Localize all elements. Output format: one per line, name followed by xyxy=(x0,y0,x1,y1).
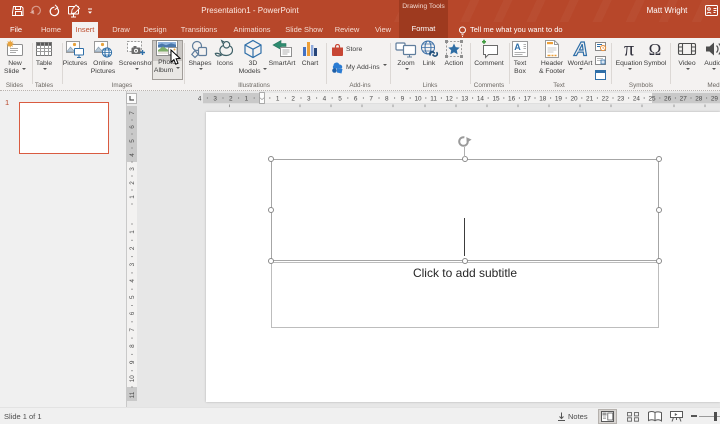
svg-text:4: 4 xyxy=(129,279,136,283)
svg-text:8: 8 xyxy=(129,344,136,348)
svg-text:6: 6 xyxy=(129,311,136,315)
svg-text:22: 22 xyxy=(602,95,610,102)
svg-text:10: 10 xyxy=(129,375,136,383)
svg-text:4: 4 xyxy=(129,153,136,157)
svg-text:17: 17 xyxy=(524,95,532,102)
svg-text:9: 9 xyxy=(129,360,136,364)
svg-text:4: 4 xyxy=(323,95,327,102)
svg-text:23: 23 xyxy=(617,95,625,102)
svg-text:3: 3 xyxy=(129,262,136,266)
svg-text:7: 7 xyxy=(129,328,136,332)
svg-text:A: A xyxy=(514,42,521,52)
svg-text:7: 7 xyxy=(129,111,136,115)
svg-text:Ω: Ω xyxy=(649,40,662,59)
svg-text:18: 18 xyxy=(539,95,547,102)
svg-text:6: 6 xyxy=(129,125,136,129)
svg-text:A: A xyxy=(573,40,588,60)
svg-text:1: 1 xyxy=(129,230,136,234)
svg-text:28: 28 xyxy=(695,95,703,102)
svg-text:24: 24 xyxy=(633,95,641,102)
svg-text:7: 7 xyxy=(369,95,373,102)
svg-text:8: 8 xyxy=(385,95,389,102)
svg-text:5: 5 xyxy=(338,95,342,102)
svg-text:12: 12 xyxy=(446,95,454,102)
svg-text:5: 5 xyxy=(129,295,136,299)
svg-text:5: 5 xyxy=(129,139,136,143)
svg-text:2: 2 xyxy=(129,246,136,250)
svg-text:25: 25 xyxy=(648,95,656,102)
svg-text:19: 19 xyxy=(555,95,563,102)
svg-text:π: π xyxy=(624,39,634,59)
svg-text:3: 3 xyxy=(213,95,217,102)
svg-text:9: 9 xyxy=(401,95,405,102)
svg-text:4: 4 xyxy=(198,95,202,102)
svg-text:29: 29 xyxy=(711,95,719,102)
svg-text:10: 10 xyxy=(414,95,422,102)
svg-text:15: 15 xyxy=(492,95,500,102)
svg-text:2: 2 xyxy=(229,95,233,102)
svg-text:20: 20 xyxy=(570,95,578,102)
svg-text:1: 1 xyxy=(276,95,280,102)
svg-text:11: 11 xyxy=(129,391,136,398)
svg-text:1: 1 xyxy=(245,95,249,102)
svg-text:27: 27 xyxy=(680,95,688,102)
svg-text:21: 21 xyxy=(586,95,594,102)
svg-text:6: 6 xyxy=(354,95,358,102)
svg-text:13: 13 xyxy=(461,95,469,102)
svg-text:26: 26 xyxy=(664,95,672,102)
svg-text:3: 3 xyxy=(307,95,311,102)
svg-text:16: 16 xyxy=(508,95,516,102)
svg-text:3: 3 xyxy=(129,167,136,171)
svg-text:2: 2 xyxy=(291,95,295,102)
svg-text:14: 14 xyxy=(477,95,485,102)
svg-text:11: 11 xyxy=(430,95,437,102)
svg-text:2: 2 xyxy=(129,181,136,185)
svg-text:1: 1 xyxy=(129,195,136,199)
